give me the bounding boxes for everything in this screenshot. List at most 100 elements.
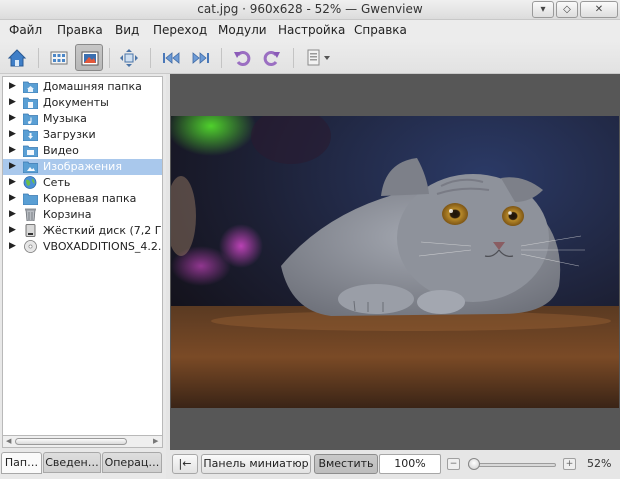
- scroll-right-icon[interactable]: ▶: [153, 436, 158, 447]
- expand-arrow-icon[interactable]: ▶: [9, 113, 16, 123]
- zoom-in-button[interactable]: +: [563, 458, 576, 470]
- folder-video-icon: [23, 145, 38, 157]
- places-tree[interactable]: ▶ Домашняя папка ▶ Документы ▶ Музыка ▶ …: [2, 76, 163, 436]
- toggle-sidebar-button[interactable]: |←: [172, 454, 198, 474]
- scrollbar-thumb[interactable]: [15, 438, 127, 445]
- image-viewer[interactable]: [170, 74, 620, 450]
- rotate-left-button[interactable]: [228, 44, 256, 71]
- expand-arrow-icon[interactable]: ▶: [9, 193, 16, 203]
- sidebar-item-documents[interactable]: ▶ Документы: [3, 95, 162, 111]
- expand-arrow-icon[interactable]: ▶: [9, 145, 16, 155]
- expand-arrow-icon[interactable]: ▶: [9, 129, 16, 139]
- fullscreen-button[interactable]: [115, 44, 143, 71]
- toolbar-separator: [150, 48, 151, 68]
- zoom-input[interactable]: 100%: [379, 454, 441, 474]
- expand-arrow-icon[interactable]: ▶: [9, 241, 16, 251]
- tab-information[interactable]: Сведен…: [43, 452, 101, 473]
- menu-file[interactable]: Файл: [9, 23, 42, 37]
- sidebar: ▶ Домашняя папка ▶ Документы ▶ Музыка ▶ …: [0, 74, 166, 479]
- folder-root-icon: [23, 193, 38, 205]
- sidebar-item-label: VBOXADDITIONS_4.2.10_: [43, 240, 162, 253]
- sidebar-item-label: Документы: [43, 96, 109, 109]
- toolbar-separator: [38, 48, 39, 68]
- scroll-left-icon[interactable]: ◀: [6, 436, 11, 447]
- folder-downloads-icon: [23, 129, 38, 141]
- expand-arrow-icon[interactable]: ▶: [9, 161, 16, 171]
- zoom-out-button[interactable]: −: [447, 458, 460, 470]
- sidebar-item-label: Изображения: [43, 160, 122, 173]
- rotate-right-button[interactable]: [258, 44, 286, 71]
- folder-documents-icon: [23, 97, 38, 109]
- menu-view[interactable]: Вид: [115, 23, 139, 37]
- view-mode-icon: [81, 51, 99, 66]
- zoom-level-label: 52%: [587, 457, 612, 470]
- main-toolbar: [0, 41, 620, 74]
- expand-arrow-icon[interactable]: ▶: [9, 97, 16, 107]
- sidebar-item-pictures[interactable]: ▶ Изображения: [3, 159, 162, 175]
- sidebar-tabs: Пап… Сведен… Операц…: [0, 452, 166, 474]
- next-button[interactable]: [187, 44, 215, 71]
- menu-go[interactable]: Переход: [153, 23, 207, 37]
- rotate-left-icon: [234, 51, 251, 66]
- zoom-slider[interactable]: [468, 463, 556, 467]
- tab-operations[interactable]: Операц…: [102, 452, 162, 473]
- expand-arrow-icon[interactable]: ▶: [9, 209, 16, 219]
- sidebar-item-label: Сеть: [43, 176, 71, 189]
- minimize-button[interactable]: ▾: [532, 1, 554, 18]
- sidebar-item-label: Домашняя папка: [43, 80, 142, 93]
- status-bar: |← Панель миниатюр Вместить 100% − + 52%: [166, 450, 620, 479]
- menu-help[interactable]: Справка: [354, 23, 407, 37]
- toolbar-separator: [221, 48, 222, 68]
- rotate-right-icon: [263, 51, 280, 66]
- title-bar: cat.jpg · 960x628 - 52% — Gwenview ▾ ◇ ✕: [0, 0, 620, 20]
- share-menu-icon: [307, 49, 330, 66]
- view-mode-button[interactable]: [75, 44, 103, 71]
- fullscreen-icon: [120, 49, 138, 67]
- toolbar-separator: [109, 48, 110, 68]
- maximize-button[interactable]: ◇: [556, 1, 578, 18]
- previous-button[interactable]: [157, 44, 185, 71]
- sidebar-item-root[interactable]: ▶ Корневая папка: [3, 191, 162, 207]
- menu-settings[interactable]: Настройка: [278, 23, 345, 37]
- toolbar-separator: [293, 48, 294, 68]
- browse-mode-icon: [50, 51, 68, 65]
- sidebar-item-optical-disc[interactable]: ▶ VBOXADDITIONS_4.2.10_: [3, 239, 162, 255]
- horizontal-scrollbar[interactable]: ◀ ▶: [2, 436, 163, 448]
- expand-arrow-icon[interactable]: ▶: [9, 177, 16, 187]
- sidebar-item-downloads[interactable]: ▶ Загрузки: [3, 127, 162, 143]
- folder-music-icon: [23, 113, 38, 125]
- sidebar-item-network[interactable]: ▶ Сеть: [3, 175, 162, 191]
- next-icon: [192, 52, 209, 64]
- sidebar-item-home[interactable]: ▶ Домашняя папка: [3, 79, 162, 95]
- home-icon: [7, 49, 27, 67]
- sidebar-item-video[interactable]: ▶ Видео: [3, 143, 162, 159]
- sidebar-item-trash[interactable]: ▶ Корзина: [3, 207, 162, 223]
- trash-icon: [25, 208, 36, 221]
- previous-icon: [163, 52, 180, 64]
- home-button[interactable]: [3, 44, 31, 71]
- tab-folders[interactable]: Пап…: [1, 452, 42, 474]
- sidebar-item-label: Жёсткий диск (7,2 ГиБ): [43, 224, 162, 237]
- window-title: cat.jpg · 960x628 - 52% — Gwenview: [197, 2, 423, 16]
- folder-home-icon: [23, 81, 38, 93]
- menu-edit[interactable]: Правка: [57, 23, 103, 37]
- optical-disc-icon: [24, 240, 37, 253]
- zoom-slider-handle[interactable]: [467, 458, 480, 470]
- sidebar-item-label: Загрузки: [43, 128, 96, 141]
- photo-cat[interactable]: [171, 116, 619, 408]
- sidebar-item-hard-disk[interactable]: ▶ Жёсткий диск (7,2 ГиБ): [3, 223, 162, 239]
- hard-disk-icon: [25, 224, 36, 237]
- menu-bar: Файл Правка Вид Переход Модули Настройка…: [0, 20, 620, 41]
- network-icon: [23, 176, 37, 189]
- expand-arrow-icon[interactable]: ▶: [9, 225, 16, 235]
- fit-button[interactable]: Вместить: [314, 454, 378, 474]
- thumbnail-bar-button[interactable]: Панель миниатюр: [201, 454, 311, 474]
- sidebar-item-label: Корневая папка: [43, 192, 137, 205]
- share-menu-button[interactable]: [301, 44, 335, 71]
- sidebar-item-music[interactable]: ▶ Музыка: [3, 111, 162, 127]
- browse-mode-button[interactable]: [45, 44, 73, 71]
- expand-arrow-icon[interactable]: ▶: [9, 81, 16, 91]
- menu-plugins[interactable]: Модули: [218, 23, 267, 37]
- close-button[interactable]: ✕: [580, 1, 618, 18]
- sidebar-item-label: Музыка: [43, 112, 87, 125]
